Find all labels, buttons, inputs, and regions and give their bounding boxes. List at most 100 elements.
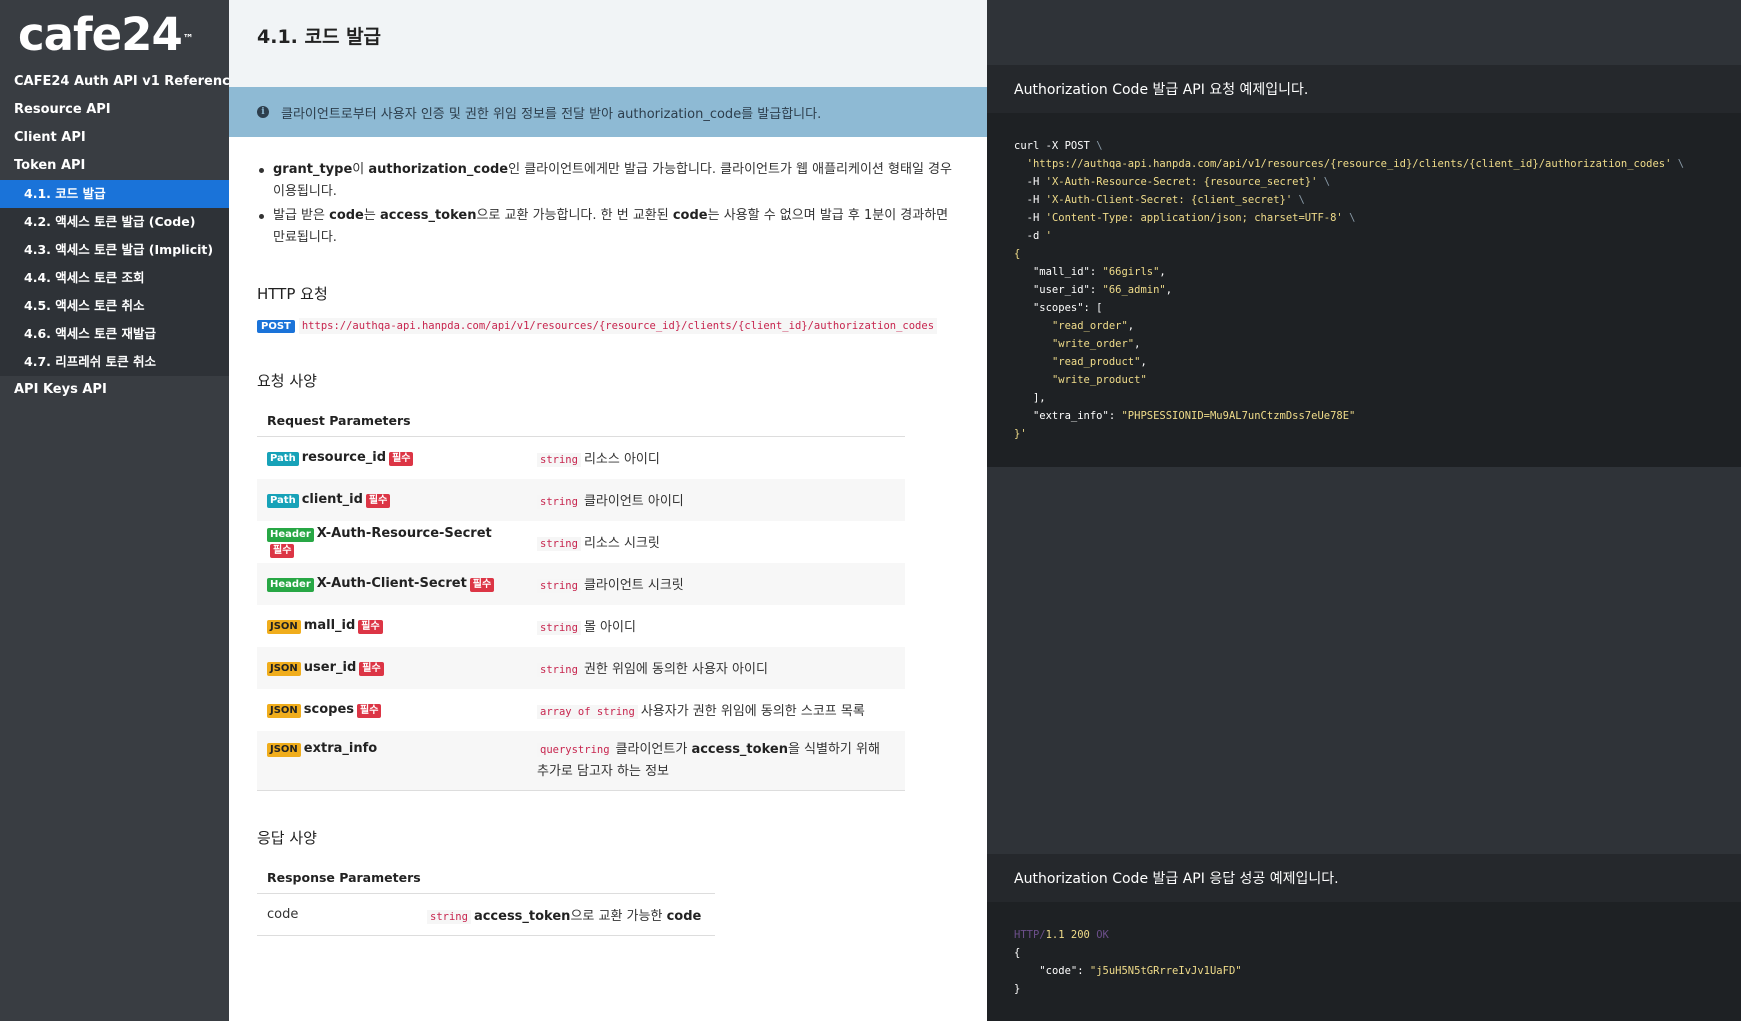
code-text: HTTP/ xyxy=(1014,929,1046,941)
required-badge: 필수 xyxy=(357,703,382,718)
code-text: , xyxy=(1159,266,1166,278)
sidebar-item-auth-reference[interactable]: CAFE24 Auth API v1 Reference xyxy=(0,68,229,96)
code-text: } xyxy=(1014,983,1021,995)
sidebar-nav: CAFE24 Auth API v1 Reference Resource AP… xyxy=(0,68,229,404)
code-text: -d xyxy=(1026,230,1046,242)
code-text: -H xyxy=(1026,212,1046,224)
code-string: "read_order" xyxy=(1051,320,1128,332)
response-example-caption: Authorization Code 발급 API 응답 성공 예제입니다. xyxy=(987,854,1741,902)
location-badge: Path xyxy=(267,493,299,508)
sidebar-subitem-refresh-token-revoke[interactable]: 4.7. 리프레쉬 토큰 취소 xyxy=(0,348,229,376)
required-badge: 필수 xyxy=(270,543,295,558)
table-row: JSON extra_info querystring 클라이언트가 access_… xyxy=(257,730,905,791)
response-example-code[interactable]: HTTP/1.1 200 OK { "code": "j5uH5N5tGRrre… xyxy=(987,902,1741,1021)
location-badge: Header xyxy=(267,527,314,542)
request-example-code[interactable]: curl -X POST \ 'https://authqa-api.hanpd… xyxy=(987,113,1741,467)
code-text: , xyxy=(1127,320,1135,332)
param-desc-term: access_token xyxy=(473,909,571,924)
param-name: X-Auth-Client-Secret xyxy=(316,575,467,591)
param-name: client_id xyxy=(301,491,363,507)
cafe24-logo[interactable]: cafe24 ™ xyxy=(0,0,229,68)
param-name: X-Auth-Resource-Secret xyxy=(316,525,492,541)
http-method-badge: POST xyxy=(257,319,295,333)
required-badge: 필수 xyxy=(389,451,414,466)
param-name: scopes xyxy=(303,701,355,717)
table-header: Response Parameters xyxy=(257,862,715,894)
param-name: resource_id xyxy=(301,449,387,465)
required-badge: 필수 xyxy=(365,493,391,508)
code-text: \ xyxy=(1298,194,1305,206)
code-string: "write_product" xyxy=(1051,374,1147,386)
sidebar-subitem-access-token-reissue[interactable]: 4.6. 액세스 토큰 재발급 xyxy=(0,320,229,348)
code-string: 'X-Auth-Client-Secret: {client_secret}' xyxy=(1045,194,1293,206)
location-badge: JSON xyxy=(267,742,301,757)
code-key: "code": xyxy=(1039,965,1090,977)
param-desc: 클라이언트가 xyxy=(615,741,692,757)
sidebar-item-resource-api[interactable]: Resource API xyxy=(0,96,229,124)
code-text: -H xyxy=(1026,176,1046,188)
param-desc: 리소스 시크릿 xyxy=(583,536,660,551)
code-string: { xyxy=(1014,248,1021,260)
description-list: grant_type이 authorization_code인 클라이언트에게만… xyxy=(257,159,959,249)
param-desc: 권한 위임에 동의한 사용자 아이디 xyxy=(583,662,768,677)
sidebar-item-client-api[interactable]: Client API xyxy=(0,124,229,152)
response-parameters-table: Response Parameters code string access_to… xyxy=(257,862,715,936)
code-panel: Authorization Code 발급 API 요청 예제입니다. curl… xyxy=(987,0,1741,1021)
sidebar-subitem-access-token-lookup[interactable]: 4.4. 액세스 토큰 조회 xyxy=(0,264,229,292)
code-text: \ xyxy=(1677,158,1685,170)
param-name: code xyxy=(257,893,417,936)
code-text: \ xyxy=(1096,140,1103,152)
code-text: -H xyxy=(1026,194,1046,206)
table-row: JSON user_id 필수 string 권한 위임에 동의한 사용자 아이디 xyxy=(257,646,905,689)
param-desc: 으로 교환 가능한 xyxy=(570,909,667,924)
code-string: "read_product" xyxy=(1051,356,1141,368)
param-desc: 사용자가 권한 위임에 동의한 스코프 목록 xyxy=(640,704,865,719)
sidebar-subitem-access-token-code[interactable]: 4.2. 액세스 토큰 발급 (Code) xyxy=(0,208,229,236)
param-type: string xyxy=(537,537,581,551)
code-string: ' xyxy=(1045,230,1052,242)
param-type: string xyxy=(537,621,581,635)
logo-text: cafe24 xyxy=(18,7,183,61)
code-string: "66_admin" xyxy=(1102,284,1166,296)
table-header: Request Parameters xyxy=(257,405,905,437)
main-content: 4.1. 코드 발급 i 클라이언트로부터 사용자 인증 및 권한 위임 정보를… xyxy=(229,0,987,1021)
code-string: "j5uH5N5tGRrreIvJv1UaFD" xyxy=(1089,965,1242,977)
code-text: ], xyxy=(1032,392,1046,404)
sidebar-subitem-access-token-implicit[interactable]: 4.3. 액세스 토큰 발급 (Implicit) xyxy=(0,236,229,264)
sidebar-item-token-api[interactable]: Token API xyxy=(0,152,229,180)
code-string: 1.1 200 xyxy=(1045,929,1097,941)
term-code: code xyxy=(672,208,708,223)
param-type: string xyxy=(537,453,581,468)
code-text: \ xyxy=(1349,212,1356,224)
required-badge: 필수 xyxy=(359,661,384,676)
text: 이 xyxy=(352,162,369,177)
code-text: OK xyxy=(1096,929,1109,941)
table-row: JSON scopes 필수 array of string 사용자가 권한 위임에 … xyxy=(257,688,905,731)
code-string: 'X-Auth-Resource-Secret: {resource_secre… xyxy=(1045,176,1318,188)
location-badge: Path xyxy=(267,451,299,466)
table-row: Header X-Auth-Client-Secret 필수 string 클라이언트… xyxy=(257,562,905,605)
page-header: 4.1. 코드 발급 xyxy=(229,0,987,87)
param-desc: 클라이언트 시크릿 xyxy=(583,578,684,593)
required-badge: 필수 xyxy=(358,619,383,634)
sidebar-item-api-keys-api[interactable]: API Keys API xyxy=(0,376,229,404)
term-code: code xyxy=(329,208,364,223)
description-item: grant_type이 authorization_code인 클라이언트에게만… xyxy=(257,159,957,203)
param-desc: 클라이언트 아이디 xyxy=(583,494,684,509)
info-text: 클라이언트로부터 사용자 인증 및 권한 위임 정보를 전달 받아 author… xyxy=(281,106,822,122)
sidebar-subnav-token-api: 4.1. 코드 발급 4.2. 액세스 토큰 발급 (Code) 4.3. 액세… xyxy=(0,180,229,376)
description-item: 발급 받은 code는 access_token으로 교환 가능합니다. 한 번… xyxy=(257,205,957,249)
sidebar-subitem-access-token-revoke[interactable]: 4.5. 액세스 토큰 취소 xyxy=(0,292,229,320)
code-text: curl -X POST xyxy=(1014,140,1097,152)
code-string: }' xyxy=(1014,428,1027,440)
page-title: 4.1. 코드 발급 xyxy=(257,26,382,48)
param-name: user_id xyxy=(303,659,357,675)
logo-trademark: ™ xyxy=(182,31,194,45)
request-parameters-table: Request Parameters Path resource_id 필수 str… xyxy=(257,405,905,791)
sidebar-subitem-code-issue[interactable]: 4.1. 코드 발급 xyxy=(0,180,229,208)
request-example-caption: Authorization Code 발급 API 요청 예제입니다. xyxy=(987,65,1741,113)
term-grant-type: grant_type xyxy=(273,162,353,177)
code-text: , xyxy=(1165,284,1173,296)
http-request-line: POST https://authqa-api.hanpda.com/api/v… xyxy=(257,318,959,334)
code-text: { xyxy=(1014,947,1021,959)
